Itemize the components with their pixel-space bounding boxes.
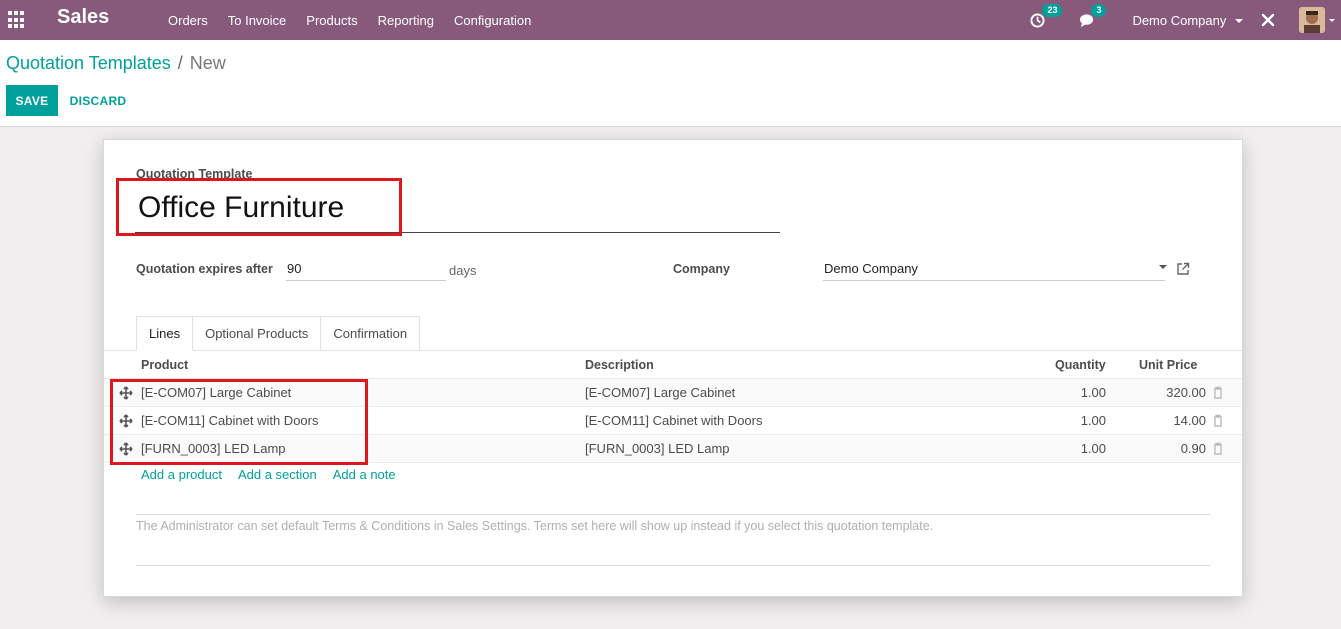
breadcrumb-current: New [189,53,226,73]
breadcrumb-parent[interactable]: Quotation Templates [6,53,171,73]
expires-unit: days [449,263,477,278]
caret-down-icon [1235,19,1243,24]
add-section-link[interactable]: Add a section [238,467,317,482]
cell-description: [FURN_0003] LED Lamp [585,441,730,456]
company-switcher-label: Demo Company [1132,12,1227,28]
main-menu: Orders To Invoice Products Reporting Con… [158,0,541,40]
form-sheet: Quotation Template Office Furniture Quot… [103,139,1243,597]
terms-field[interactable]: The Administrator can set default Terms … [136,514,1210,566]
tab-lines[interactable]: Lines [136,316,194,351]
external-link-icon[interactable] [1176,262,1190,276]
table-header: Product Description Quantity Unit Price [104,351,1242,379]
company-select[interactable]: Demo Company [823,259,1165,281]
chevron-down-icon[interactable] [1159,265,1167,269]
breadcrumb: Quotation Templates / New [6,53,226,74]
avatar [1299,7,1325,33]
menu-to-invoice[interactable]: To Invoice [218,13,297,28]
column-header-quantity[interactable]: Quantity [1055,351,1106,379]
tab-optional-products[interactable]: Optional Products [193,316,322,351]
highlight-box-lines [110,379,368,465]
menu-reporting[interactable]: Reporting [368,13,444,28]
cell-quantity: 1.00 [1080,385,1106,400]
messages-badge: 3 [1091,3,1107,17]
cell-quantity: 1.00 [1080,441,1106,456]
notebook-tabs: Lines Optional Products Confirmation [136,316,421,351]
activity-button[interactable]: 23 [1030,3,1063,28]
column-header-unit-price[interactable]: Unit Price [1139,351,1197,379]
cell-unit-price: 320.00 [1166,385,1206,400]
activity-badge: 23 [1042,3,1063,17]
add-product-link[interactable]: Add a product [141,467,222,482]
caret-down-icon [1329,18,1335,22]
highlight-box-title [116,178,402,236]
menu-configuration[interactable]: Configuration [444,13,541,28]
menu-orders[interactable]: Orders [158,13,218,28]
expires-label: Quotation expires after [136,262,273,276]
user-menu[interactable] [1299,7,1335,33]
trash-icon[interactable] [1212,379,1224,407]
company-switcher[interactable]: Demo Company [1132,13,1243,28]
app-brand[interactable]: Sales [57,6,109,29]
breadcrumb-separator: / [177,53,183,73]
add-note-link[interactable]: Add a note [333,467,396,482]
tab-confirmation[interactable]: Confirmation [321,316,421,351]
cell-quantity: 1.00 [1080,413,1106,428]
company-label: Company [673,262,730,276]
cell-unit-price: 0.90 [1180,441,1206,456]
column-header-description[interactable]: Description [585,351,654,379]
trash-icon[interactable] [1212,435,1224,463]
column-header-product[interactable]: Product [141,351,188,379]
cell-description: [E-COM07] Large Cabinet [585,385,736,400]
add-line-links: Add a product Add a section Add a note [141,467,412,482]
discard-button[interactable]: DISCARD [62,85,134,116]
menu-products[interactable]: Products [296,13,367,28]
cell-description: [E-COM11] Cabinet with Doors [585,413,763,428]
tools-icon[interactable] [1261,13,1275,27]
save-button[interactable]: SAVE [6,85,58,116]
systray: 23 3 Demo Company [1030,0,1341,40]
expires-input[interactable]: 90 [286,259,446,281]
control-panel: Quotation Templates / New SAVE DISCARD [0,40,1341,127]
messages-button[interactable]: 3 [1079,3,1107,28]
apps-grid-icon[interactable] [8,11,26,29]
top-navbar: Sales Orders To Invoice Products Reporti… [0,0,1341,40]
cell-unit-price: 14.00 [1173,413,1206,428]
trash-icon[interactable] [1212,407,1224,435]
